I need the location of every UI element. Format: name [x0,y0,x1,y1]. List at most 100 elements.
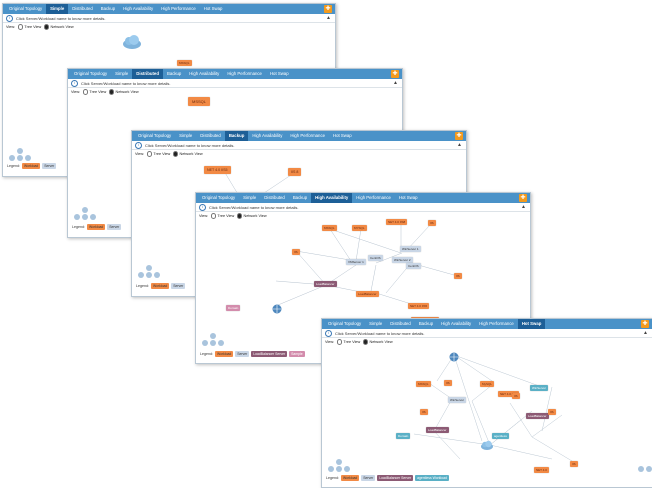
workload-node[interactable]: MSSQL [188,97,211,106]
legend: Legend: Workload Server LoadBalancer Ser… [326,475,449,481]
server-node[interactable]: WinServer [448,397,467,403]
tab-high-performance[interactable]: High Performance [223,69,266,79]
tree-view-radio[interactable] [18,24,24,30]
server-node[interactable]: agentless [492,433,509,439]
tab-distributed[interactable]: Distributed [68,4,97,14]
tab-high-availability[interactable]: High Availability [119,4,157,14]
edges [413,354,578,465]
workload-node[interactable]: NET 4.0 [534,467,549,473]
view-label: View: [6,25,16,29]
legend-label: Legend: [72,225,85,229]
server-node[interactable]: CentOS [406,263,421,269]
tab-simple[interactable]: Simple [111,69,132,79]
tab-hot-swap[interactable]: Hot Swap [200,4,227,14]
zoom-controls[interactable] [202,333,226,351]
collapse-icon[interactable]: ▲ [326,14,331,22]
workload-node[interactable]: IIS [444,380,452,386]
network-view-label: Network View [115,90,139,94]
load-balancer-node[interactable]: LoadBalancer [426,427,449,433]
workload-node[interactable]: MSSQL [177,60,192,66]
tree-view-label: Tree View [24,25,42,29]
workload-node[interactable]: NET 4.0 IIS5 [204,166,231,174]
legend-workload: Workload [151,283,170,289]
server-node[interactable]: CentOS [368,255,383,261]
server-node[interactable]: WinServer 1 [400,246,421,252]
info-text: Click Server/Workload name to know more … [81,80,171,86]
tab-original-topology[interactable]: Original Topology [5,4,46,14]
tab-bar: Original Topology Simple Distributed Bac… [3,4,335,14]
workload-node[interactable]: NET 4.0 IIS8 [386,219,408,225]
info-bar: i Click Server/Workload name to know mor… [3,14,335,23]
cloud-icon [121,34,143,55]
legend-server: Server [235,351,250,357]
settings-icon[interactable]: ✚ [391,70,399,78]
legend-server: Server [107,224,122,230]
globe-icon [449,349,459,367]
legend-label: Legend: [136,284,149,288]
settings-icon[interactable]: ✚ [324,5,332,13]
server-node[interactable]: Domain [396,433,411,439]
legend-server: Server [361,475,376,481]
legend-server: Server [42,163,57,169]
collapse-icon[interactable]: ▲ [393,79,398,87]
tab-bar: Original Topology Simple Distributed Bac… [68,69,402,79]
workload-node[interactable]: NET 4.0 IIS5 [408,303,430,309]
cloud-icon [480,437,494,455]
domain-node[interactable]: Domain [226,305,241,311]
info-bar: i Click Server/Workload name to know mor… [68,79,402,88]
legend-workload: Workload [341,475,360,481]
zoom-controls[interactable] [74,207,98,225]
workload-node[interactable]: LoadBalancer [356,291,379,297]
load-balancer-node[interactable]: LoadBalancer [314,281,337,287]
workload-node[interactable]: MYSQL [352,225,367,231]
tree-view-label: Tree View [89,90,107,94]
network-view-radio[interactable] [44,24,50,30]
workload-node[interactable]: IIS [292,249,300,255]
legend-workload: Workload [87,224,106,230]
tree-view-radio[interactable] [83,89,89,95]
workload-node[interactable]: IIS 8 [288,168,302,176]
legend-workload: Workload [215,351,234,357]
legend-workload: Workload [22,163,41,169]
tab-high-availability[interactable]: High Availability [185,69,223,79]
tab-backup[interactable]: Backup [97,4,119,14]
zoom-controls[interactable] [138,265,162,283]
workload-node[interactable]: IIS [548,409,556,415]
tab-hot-swap[interactable]: Hot Swap [266,69,293,79]
topology-window-hot-swap: Original Topology Simple Distributed Bac… [321,318,652,488]
load-balancer-node[interactable]: LoadBalancer [526,413,549,419]
workload-node[interactable]: IIS [512,393,520,399]
info-text: Click Server/Workload name to know more … [16,15,106,21]
workload-node[interactable]: MSSQL [416,381,431,387]
globe-icon [272,301,282,319]
legend-agentless: agentless Workload [415,475,449,481]
legend: Legend: Workload Server [72,224,122,230]
network-view-radio[interactable] [109,89,115,95]
server-node[interactable]: WinServer [530,385,549,391]
workload-node[interactable]: IIS [420,409,428,415]
workload-node[interactable]: IIS [428,220,436,226]
tab-high-performance[interactable]: High Performance [157,4,200,14]
tab-backup[interactable]: Backup [163,69,185,79]
tab-original-topology[interactable]: Original Topology [70,69,111,79]
network-view-label: Network View [50,25,74,29]
legend: Legend: Workload Server [136,283,186,289]
info-icon: i [6,14,13,22]
legend-label: Legend: [200,352,213,356]
view-selector: View: Tree View Network View [68,88,402,96]
zoom-controls-right[interactable] [638,459,652,477]
legend-load-balancer: LoadBalancer Server [377,475,414,481]
workload-node[interactable]: MSSQL [322,225,337,231]
legend: Legend: Workload Server [7,163,57,169]
tab-simple[interactable]: Simple [46,4,69,14]
view-label: View: [71,90,81,94]
workload-node[interactable]: MySQL [480,381,495,387]
tab-distributed[interactable]: Distributed [132,69,163,79]
legend-load-balancer: LoadBalancer Server [251,351,288,357]
legend-label: Legend: [7,164,20,168]
legend-sample: Sample [289,351,305,357]
server-node[interactable]: VMServer 1 [346,259,366,265]
workload-node[interactable]: IIS [454,273,462,279]
workload-node[interactable]: IIS [570,461,578,467]
legend-label: Legend: [326,476,339,480]
